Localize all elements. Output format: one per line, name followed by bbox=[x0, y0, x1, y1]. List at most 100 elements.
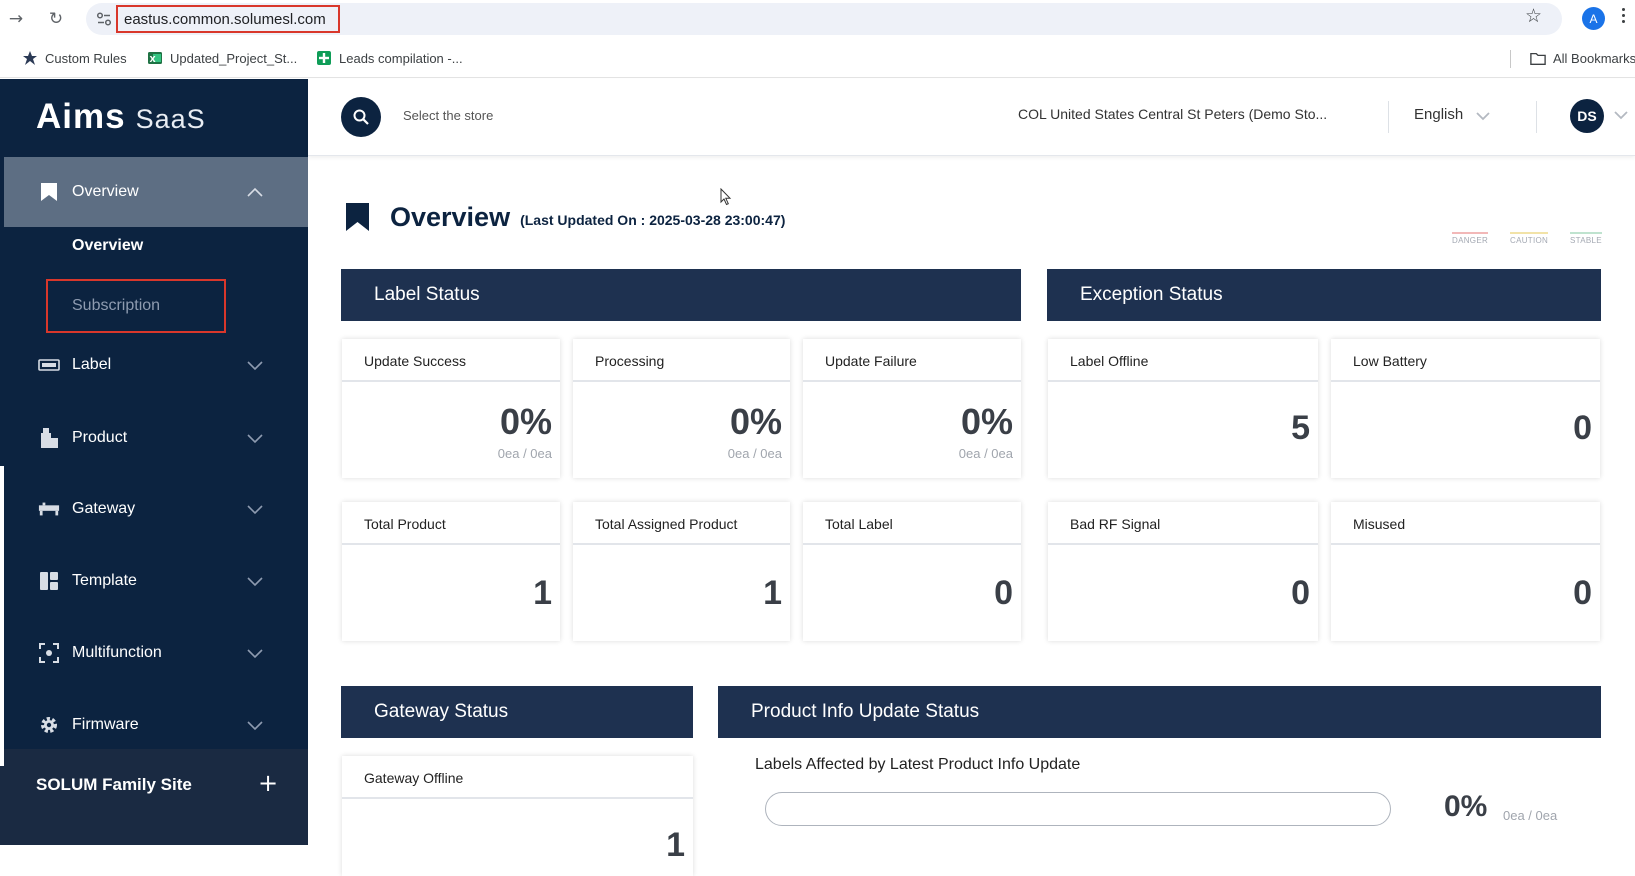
header-divider bbox=[1536, 101, 1537, 133]
all-bookmarks-label: All Bookmarks bbox=[1553, 50, 1635, 66]
chevron-up-icon[interactable] bbox=[246, 186, 264, 198]
site-info-icon[interactable] bbox=[96, 11, 112, 27]
mouse-cursor-icon bbox=[720, 188, 732, 206]
sheets-icon bbox=[316, 50, 332, 66]
bookmark-leads-compilation[interactable]: Leads compilation -... bbox=[316, 48, 463, 68]
sidebar-item-label-menu[interactable]: Label bbox=[0, 345, 308, 385]
last-updated: (Last Updated On : 2025-03-28 23:00:47) bbox=[520, 212, 786, 228]
gear-icon bbox=[38, 714, 60, 736]
all-bookmarks[interactable]: All Bookmarks bbox=[1530, 48, 1635, 68]
chevron-down-icon[interactable] bbox=[1476, 112, 1490, 121]
legend-label: DANGER bbox=[1452, 236, 1489, 245]
plus-icon[interactable]: + bbox=[258, 769, 278, 797]
store-search-input[interactable]: Select the store bbox=[403, 108, 493, 123]
card-value: 0 bbox=[1573, 574, 1592, 612]
search-icon bbox=[353, 109, 369, 125]
page-title: Overview bbox=[390, 202, 511, 232]
sidebar-item-label: Firmware bbox=[72, 716, 139, 733]
folder-icon bbox=[1530, 50, 1546, 66]
card-processing[interactable]: Processing 0% 0ea / 0ea bbox=[573, 339, 790, 478]
card-update-success[interactable]: Update Success 0% 0ea / 0ea bbox=[342, 339, 560, 478]
bookmark-star-icon[interactable]: ☆ bbox=[1525, 5, 1542, 27]
product-info-progress-bar bbox=[765, 792, 1391, 826]
bookmark-label: Updated_Project_St... bbox=[170, 50, 298, 66]
card-count: 0ea / 0ea bbox=[497, 446, 552, 461]
bookmark-custom-rules[interactable]: Custom Rules bbox=[22, 48, 127, 68]
bookmarks-divider bbox=[1510, 50, 1511, 68]
card-value: 1 bbox=[763, 574, 782, 612]
app-logo[interactable]: Aims SaaS bbox=[36, 97, 206, 137]
profile-avatar[interactable]: A bbox=[1582, 7, 1605, 30]
legend-danger: DANGER bbox=[1452, 232, 1489, 245]
card-total-assigned-product[interactable]: Total Assigned Product 1 bbox=[573, 502, 790, 641]
card-title: Total Assigned Product bbox=[573, 502, 790, 545]
reload-icon[interactable]: ↻ bbox=[43, 6, 69, 32]
card-bad-rf-signal[interactable]: Bad RF Signal 0 bbox=[1048, 502, 1318, 641]
chevron-down-icon[interactable] bbox=[246, 503, 264, 515]
address-bar[interactable]: eastus.common.solumesl.com bbox=[86, 3, 1562, 35]
bookmark-icon bbox=[38, 181, 60, 203]
current-store-name[interactable]: COL United States Central St Peters (Dem… bbox=[1018, 106, 1327, 122]
card-value: 1 bbox=[666, 826, 685, 864]
card-update-failure[interactable]: Update Failure 0% 0ea / 0ea bbox=[803, 339, 1021, 478]
multifunction-icon bbox=[38, 642, 60, 664]
sidebar-subitem-overview[interactable]: Overview bbox=[72, 237, 143, 255]
family-site[interactable]: SOLUM Family Site + bbox=[0, 749, 308, 845]
card-value: 1 bbox=[533, 574, 552, 612]
app-header: Select the store COL United States Centr… bbox=[308, 79, 1635, 156]
sidebar-left-edge bbox=[0, 466, 4, 766]
logo-main: Aims bbox=[36, 97, 126, 136]
svg-text:X: X bbox=[150, 55, 157, 64]
user-avatar[interactable]: DS bbox=[1570, 99, 1604, 133]
sidebar-item-label: Template bbox=[72, 572, 137, 589]
card-total-label[interactable]: Total Label 0 bbox=[803, 502, 1021, 641]
sidebar-item-multifunction[interactable]: Multifunction bbox=[0, 633, 308, 673]
legend-stable-bar bbox=[1570, 232, 1602, 234]
legend-caution: CAUTION bbox=[1510, 232, 1549, 245]
search-button[interactable] bbox=[341, 97, 381, 137]
card-value: 5 bbox=[1291, 409, 1310, 447]
card-title: Gateway Offline bbox=[342, 756, 693, 799]
legend-danger-bar bbox=[1452, 232, 1489, 234]
url-text[interactable]: eastus.common.solumesl.com bbox=[116, 5, 340, 33]
header-divider bbox=[1388, 101, 1389, 133]
card-misused[interactable]: Misused 0 bbox=[1331, 502, 1600, 641]
sidebar-item-gateway[interactable]: Gateway bbox=[0, 489, 308, 529]
chevron-down-icon[interactable] bbox=[1614, 111, 1628, 120]
chevron-down-icon[interactable] bbox=[246, 647, 264, 659]
card-value: 0 bbox=[1573, 409, 1592, 447]
bookmark-updated-project[interactable]: X Updated_Project_St... bbox=[147, 48, 297, 68]
chevron-down-icon[interactable] bbox=[246, 575, 264, 587]
label-status-header: Label Status bbox=[341, 269, 1021, 321]
forward-icon[interactable]: → bbox=[3, 6, 29, 32]
card-total-product[interactable]: Total Product 1 bbox=[342, 502, 560, 641]
chevron-down-icon[interactable] bbox=[246, 432, 264, 444]
product-info-update-subtitle: Labels Affected by Latest Product Info U… bbox=[755, 756, 1081, 773]
card-low-battery[interactable]: Low Battery 0 bbox=[1331, 339, 1600, 478]
card-title: Label Offline bbox=[1048, 339, 1318, 382]
product-info-update-header: Product Info Update Status bbox=[718, 686, 1601, 738]
page-heading: Overview (Last Updated On : 2025-03-28 2… bbox=[345, 202, 785, 232]
sidebar-item-firmware[interactable]: Firmware bbox=[0, 705, 308, 745]
legend-caution-bar bbox=[1510, 232, 1549, 234]
card-title: Misused bbox=[1331, 502, 1600, 545]
card-value: 0 bbox=[1291, 574, 1310, 612]
card-title: Update Failure bbox=[803, 339, 1021, 382]
sidebar-item-label: Overview bbox=[72, 183, 139, 200]
excel-icon: X bbox=[147, 50, 163, 66]
card-label-offline[interactable]: Label Offline 5 bbox=[1048, 339, 1318, 478]
family-site-label: SOLUM Family Site bbox=[36, 775, 192, 794]
browser-menu-icon[interactable] bbox=[1622, 8, 1626, 26]
card-count: 0ea / 0ea bbox=[958, 446, 1013, 461]
chevron-down-icon[interactable] bbox=[246, 359, 264, 371]
chevron-down-icon[interactable] bbox=[246, 719, 264, 731]
gateway-status-header: Gateway Status bbox=[341, 686, 693, 738]
card-title: Processing bbox=[573, 339, 790, 382]
sidebar-item-product[interactable]: Product bbox=[0, 418, 308, 458]
exception-status-header: Exception Status bbox=[1047, 269, 1601, 321]
custom-rules-icon bbox=[22, 50, 38, 66]
language-selector[interactable]: English bbox=[1414, 106, 1463, 123]
sidebar-item-template[interactable]: Template bbox=[0, 561, 308, 601]
sidebar-item-overview[interactable]: Overview bbox=[4, 157, 308, 227]
card-gateway-offline[interactable]: Gateway Offline 1 bbox=[342, 756, 693, 876]
